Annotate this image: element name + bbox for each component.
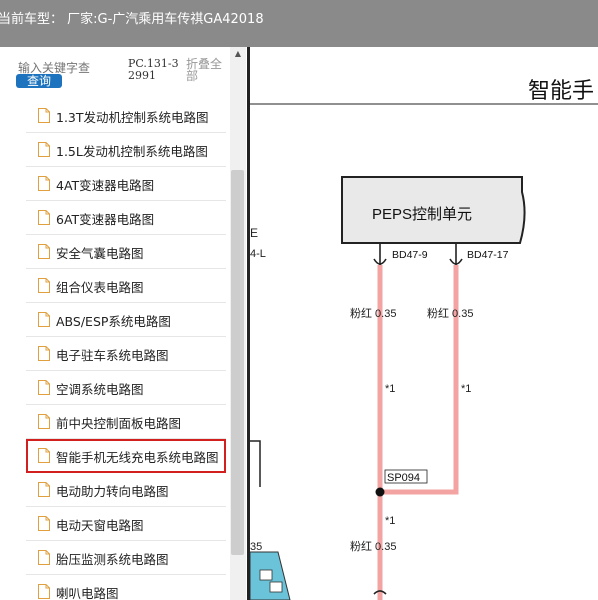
- list-item-label: 组合仪表电路图: [56, 280, 144, 295]
- pc-code-label: PC.131-32991: [128, 57, 179, 82]
- document-tree: 1.3T发动机控制系统电路图 1.5L发动机控制系统电路图 4AT变速器电路图 6AT…: [26, 99, 226, 600]
- document-icon: [38, 550, 50, 565]
- list-item-label: 1.5L发动机控制系统电路图: [56, 144, 208, 159]
- splice-label-sp094: SP094: [387, 472, 420, 484]
- pin-label-bd47-17: BD47-17: [467, 249, 509, 261]
- document-icon: [38, 312, 50, 327]
- wire-label-left-1: 粉红 0.35: [350, 307, 396, 320]
- document-icon: [38, 414, 50, 429]
- pin-label-bd47-9: BD47-9: [392, 249, 428, 261]
- partial-connector-pin-a: [259, 569, 273, 581]
- list-item-label: 电子驻车系统电路图: [56, 348, 169, 363]
- note-star-bottom: *1: [385, 515, 395, 527]
- list-item-label: 电动天窗电路图: [56, 518, 144, 533]
- wire-label-right-1: 粉红 0.35: [427, 307, 473, 320]
- wire-label-bottom: 粉红 0.35: [350, 540, 396, 553]
- list-item-label: 6AT变速器电路图: [56, 212, 155, 227]
- list-item[interactable]: 组合仪表电路图: [26, 269, 226, 303]
- list-item[interactable]: 电动助力转向电路图: [26, 473, 226, 507]
- list-item[interactable]: 喇叭电路图: [26, 575, 226, 600]
- list-item[interactable]: 胎压监测系统电路图: [26, 541, 226, 575]
- vehicle-model-title: 当前车型： 厂家:G-广汽乘用车传祺GA42018: [0, 12, 264, 27]
- document-icon: [38, 278, 50, 293]
- collapse-all-link[interactable]: 折叠全部: [186, 58, 226, 82]
- list-item-label: 4AT变速器电路图: [56, 178, 155, 193]
- wiring-diagram: E 4-L 35 PEPS控制单元 BD47-9 BD47-17 粉红 0.35…: [250, 103, 598, 600]
- list-item-label: ABS/ESP系统电路图: [56, 314, 171, 329]
- note-star-left-1: *1: [385, 383, 395, 395]
- document-icon: [38, 516, 50, 531]
- wire-bd47-17: [380, 265, 459, 495]
- document-icon: [38, 346, 50, 361]
- scroll-up-arrow-icon[interactable]: ▲: [230, 47, 246, 61]
- partial-label-e: E: [250, 226, 258, 240]
- list-item[interactable]: 前中央控制面板电路图: [26, 405, 226, 439]
- list-item-label: 喇叭电路图: [56, 586, 119, 600]
- list-item[interactable]: ABS/ESP系统电路图: [26, 303, 226, 337]
- list-item[interactable]: 电子驻车系统电路图: [26, 337, 226, 371]
- document-icon: [38, 210, 50, 225]
- list-item[interactable]: 智能手机无线充电系统电路图: [26, 439, 226, 473]
- sidebar: 查询 PC.131-32991 折叠全部 1.3T发动机控制系统电路图 1.5L发…: [0, 47, 247, 600]
- diagram-title: 智能手: [528, 79, 595, 104]
- document-icon: [38, 108, 50, 123]
- list-item-label: 空调系统电路图: [56, 382, 144, 397]
- partial-label-4l: 4-L: [250, 248, 266, 260]
- document-icon: [38, 142, 50, 157]
- query-button[interactable]: 查询: [16, 74, 62, 88]
- partial-connector-pin-b: [269, 581, 283, 593]
- list-item[interactable]: 电动天窗电路图: [26, 507, 226, 541]
- document-icon: [38, 244, 50, 259]
- list-item-label: 安全气囊电路图: [56, 246, 144, 261]
- partial-label-35: 35: [250, 541, 262, 553]
- document-icon: [38, 482, 50, 497]
- list-item[interactable]: 4AT变速器电路图: [26, 167, 226, 201]
- note-star-right-1: *1: [461, 383, 471, 395]
- list-item-label: 前中央控制面板电路图: [56, 416, 182, 431]
- list-item-label: 1.3T发动机控制系统电路图: [56, 110, 209, 125]
- document-icon: [38, 448, 50, 463]
- list-item-label: 胎压监测系统电路图: [56, 552, 169, 567]
- document-icon: [38, 584, 50, 599]
- list-item[interactable]: 安全气囊电路图: [26, 235, 226, 269]
- list-item-label: 智能手机无线充电系统电路图: [56, 450, 219, 465]
- peps-control-unit-label: PEPS控制单元: [372, 206, 472, 223]
- list-item[interactable]: 1.3T发动机控制系统电路图: [26, 99, 226, 133]
- list-item[interactable]: 6AT变速器电路图: [26, 201, 226, 235]
- document-icon: [38, 380, 50, 395]
- title-bar: 当前车型： 厂家:G-广汽乘用车传祺GA42018: [0, 0, 598, 47]
- list-item-label: 电动助力转向电路图: [56, 484, 169, 499]
- list-item[interactable]: 空调系统电路图: [26, 371, 226, 405]
- document-icon: [38, 176, 50, 191]
- scroll-thumb[interactable]: [231, 170, 244, 555]
- splice-point-dot: [375, 487, 385, 497]
- wiring-diagram-pane: E 4-L 35 PEPS控制单元 BD47-9 BD47-17 粉红 0.35…: [250, 47, 598, 600]
- partial-component-outline: [250, 440, 261, 487]
- sidebar-scrollbar[interactable]: ▲: [230, 47, 246, 600]
- list-item[interactable]: 1.5L发动机控制系统电路图: [26, 133, 226, 167]
